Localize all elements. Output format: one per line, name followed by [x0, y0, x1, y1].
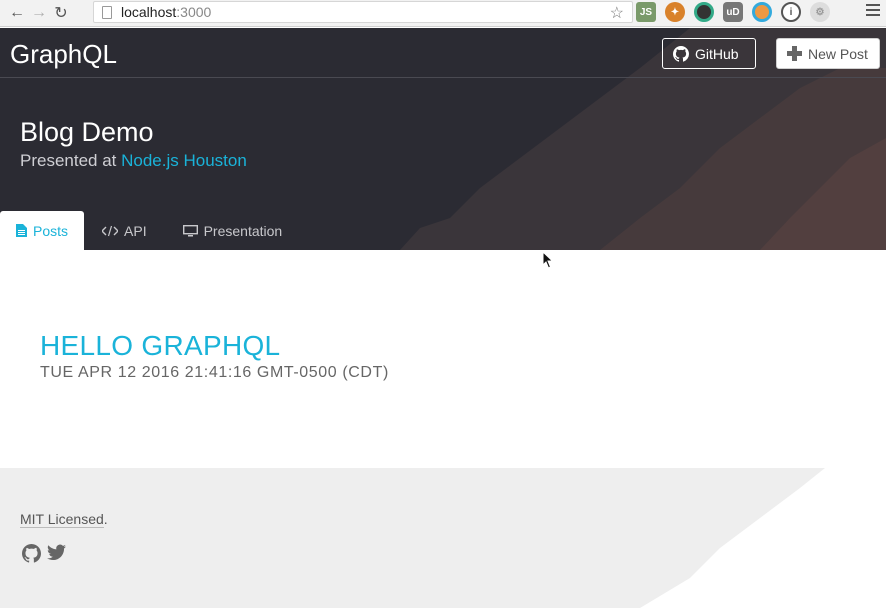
page-subtitle: Presented at Node.js Houston	[20, 151, 247, 171]
page-icon	[102, 5, 112, 19]
tab-api-label: API	[124, 222, 147, 239]
tab-bar: Posts API Presentation	[0, 211, 300, 250]
address-bar[interactable]: localhost:3000 ☆	[93, 1, 633, 23]
code-icon	[102, 225, 119, 236]
plus-icon	[787, 46, 802, 61]
mouse-cursor-icon	[542, 251, 554, 269]
url-port: :3000	[176, 4, 212, 20]
twitter-icon[interactable]	[47, 544, 66, 561]
color-extension-icon[interactable]	[694, 2, 714, 22]
github-icon	[673, 45, 689, 62]
post-date: TUE APR 12 2016 21:41:16 GMT-0500 (CDT)	[40, 364, 389, 381]
mit-license-link[interactable]: MIT Licensed	[20, 511, 104, 528]
puzzle-extension-icon[interactable]: ✦	[665, 2, 685, 22]
site-header: GraphQL GitHub New Post Blog Demo Presen…	[0, 28, 886, 250]
tab-presentation[interactable]: Presentation	[165, 211, 301, 250]
social-links	[22, 544, 66, 563]
url-host: localhost	[121, 4, 177, 20]
tab-presentation-label: Presentation	[203, 222, 283, 239]
brand-logo[interactable]: GraphQL	[10, 39, 117, 70]
browser-toolbar: ← → ↻ localhost:3000 ☆ JS ✦ uD i ⚙	[0, 0, 886, 27]
nodejs-houston-link[interactable]: Node.js Houston	[121, 151, 247, 170]
gear-extension-icon[interactable]: ⚙	[810, 2, 830, 22]
file-icon	[16, 224, 27, 237]
new-post-button[interactable]: New Post	[776, 38, 880, 69]
tab-api[interactable]: API	[84, 211, 165, 250]
info-extension-icon[interactable]: i	[781, 2, 801, 22]
chrome-extension-icon[interactable]	[752, 2, 772, 22]
forward-button[interactable]: →	[28, 2, 50, 24]
footer-decoration	[640, 468, 886, 608]
tab-posts-label: Posts	[33, 222, 69, 239]
reload-button[interactable]: ↻	[50, 2, 72, 24]
page-title: Blog Demo	[20, 117, 154, 147]
extension-icons: JS ✦ uD i ⚙	[636, 2, 830, 22]
site-footer: MIT Licensed.	[0, 468, 886, 608]
new-post-button-label: New Post	[808, 45, 868, 62]
bookmark-star-icon[interactable]: ☆	[610, 3, 624, 23]
post-title[interactable]: HELLO GRAPHQL	[40, 330, 280, 362]
js-extension-icon[interactable]: JS	[636, 2, 656, 22]
github-button-label: GitHub	[695, 45, 739, 62]
back-button[interactable]: ←	[6, 2, 28, 24]
license-text: MIT Licensed.	[20, 511, 108, 528]
github-icon[interactable]	[22, 544, 41, 563]
subtitle-prefix: Presented at	[20, 151, 122, 170]
tab-posts[interactable]: Posts	[0, 211, 85, 250]
top-navbar: GraphQL GitHub New Post	[0, 28, 886, 78]
license-period: .	[103, 511, 108, 527]
monitor-icon	[182, 224, 198, 236]
github-button[interactable]: GitHub	[662, 38, 756, 69]
ublock-extension-icon[interactable]: uD	[723, 2, 743, 22]
browser-menu-icon[interactable]	[866, 4, 880, 19]
